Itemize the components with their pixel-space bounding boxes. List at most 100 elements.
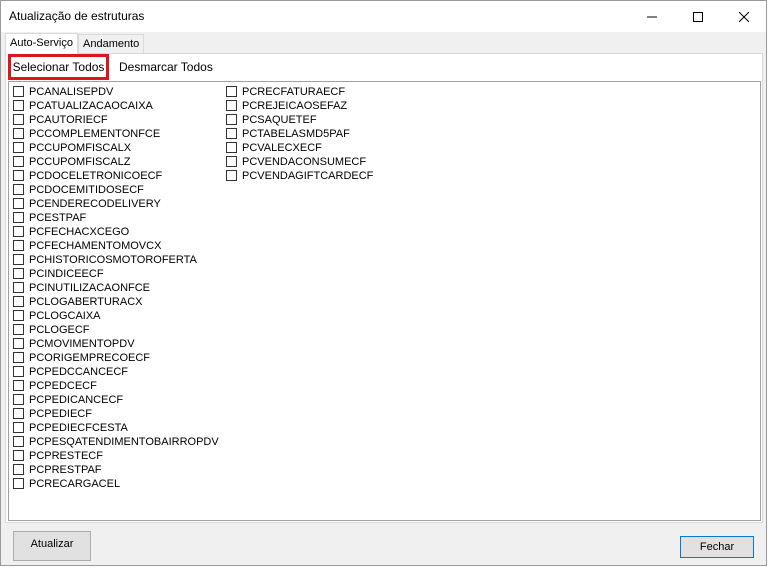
structure-item[interactable]: PCVENDACONSUMECF — [224, 155, 373, 169]
structure-item[interactable]: PCPEDICANCECF — [11, 393, 219, 407]
checkbox[interactable] — [13, 422, 24, 433]
checkbox[interactable] — [13, 86, 24, 97]
checkbox[interactable] — [13, 114, 24, 125]
checkbox[interactable] — [13, 240, 24, 251]
checkbox[interactable] — [226, 156, 237, 167]
checkbox[interactable] — [13, 184, 24, 195]
update-button[interactable]: Atualizar — [13, 531, 91, 561]
structure-item[interactable]: PCPEDCECF — [11, 379, 219, 393]
checkbox[interactable] — [13, 338, 24, 349]
window-title: Atualização de estruturas — [9, 9, 145, 23]
structure-item[interactable]: PCSAQUETEF — [224, 113, 373, 127]
structure-item[interactable]: PCINUTILIZACAONFCE — [11, 281, 219, 295]
structure-item[interactable]: PCPEDIECF — [11, 407, 219, 421]
structure-item[interactable]: PCANALISEPDV — [11, 85, 219, 99]
select-all-button[interactable]: Selecionar Todos — [8, 54, 109, 80]
checkbox[interactable] — [13, 170, 24, 181]
structure-item[interactable]: PCRECARGACEL — [11, 477, 219, 491]
structure-label: PCENDERECODELIVERY — [29, 198, 161, 210]
checkbox[interactable] — [226, 114, 237, 125]
structure-item[interactable]: PCDOCEMITIDOSECF — [11, 183, 219, 197]
structure-label: PCDOCELETRONICOECF — [29, 170, 163, 182]
structure-label: PCPEDIECF — [29, 408, 92, 420]
tab-auto-servico[interactable]: Auto-Serviço — [5, 33, 78, 54]
checkbox[interactable] — [13, 226, 24, 237]
structure-item[interactable]: PCMOVIMENTOPDV — [11, 337, 219, 351]
checkbox[interactable] — [13, 296, 24, 307]
tab-andamento[interactable]: Andamento — [78, 34, 145, 53]
structure-item[interactable]: PCORIGEMPRECOECF — [11, 351, 219, 365]
structure-item[interactable]: PCPRESTPAF — [11, 463, 219, 477]
checkbox[interactable] — [13, 282, 24, 293]
close-icon — [739, 11, 749, 22]
checkbox[interactable] — [226, 100, 237, 111]
checkbox[interactable] — [13, 366, 24, 377]
close-button[interactable]: Fechar — [680, 536, 754, 558]
structure-label: PCATUALIZACAOCAIXA — [29, 100, 153, 112]
close-window-button[interactable] — [721, 1, 767, 32]
structure-item[interactable]: PCLOGECF — [11, 323, 219, 337]
structure-label: PCSAQUETEF — [242, 114, 317, 126]
structure-item[interactable]: PCCUPOMFISCALZ — [11, 155, 219, 169]
structure-item[interactable]: PCFECHAMENTOMOVCX — [11, 239, 219, 253]
checkbox[interactable] — [13, 142, 24, 153]
checkbox[interactable] — [13, 450, 24, 461]
structure-label: PCLOGCAIXA — [29, 310, 101, 322]
structure-label: PCPEDIECFCESTA — [29, 422, 128, 434]
structure-label: PCPRESTPAF — [29, 464, 102, 476]
checkbox[interactable] — [226, 86, 237, 97]
structures-column-2: PCRECFATURAECF PCREJEICAOSEFAZ PCSAQUETEF P… — [224, 85, 373, 183]
structure-item[interactable]: PCLOGCAIXA — [11, 309, 219, 323]
structure-item[interactable]: PCPESQATENDIMENTOBAIRROPDV — [11, 435, 219, 449]
structure-item[interactable]: PCCUPOMFISCALX — [11, 141, 219, 155]
checkbox[interactable] — [13, 268, 24, 279]
checkbox[interactable] — [13, 380, 24, 391]
structure-label: PCRECARGACEL — [29, 478, 121, 490]
structure-item[interactable]: PCHISTORICOSMOTOROFERTA — [11, 253, 219, 267]
checkbox[interactable] — [13, 254, 24, 265]
structure-item[interactable]: PCATUALIZACAOCAIXA — [11, 99, 219, 113]
structures-column-1: PCANALISEPDV PCATUALIZACAOCAIXA PCAUTORIEC… — [11, 85, 219, 491]
structure-item[interactable]: PCINDICEECF — [11, 267, 219, 281]
structure-label: PCAUTORIECF — [29, 114, 108, 126]
checkbox[interactable] — [13, 310, 24, 321]
structure-item[interactable]: PCLOGABERTURACX — [11, 295, 219, 309]
structure-item[interactable]: PCESTPAF — [11, 211, 219, 225]
minimize-button[interactable] — [629, 1, 675, 32]
structure-label: PCINUTILIZACAONFCE — [29, 282, 151, 294]
structure-item[interactable]: PCVALECXECF — [224, 141, 373, 155]
structure-item[interactable]: PCPEDIECFCESTA — [11, 421, 219, 435]
structure-item[interactable]: PCENDERECODELIVERY — [11, 197, 219, 211]
checkbox[interactable] — [13, 436, 24, 447]
structure-item[interactable]: PCRECFATURAECF — [224, 85, 373, 99]
structure-item[interactable]: PCCOMPLEMENTONFCE — [11, 127, 219, 141]
checkbox[interactable] — [13, 100, 24, 111]
structure-item[interactable]: PCPRESTECF — [11, 449, 219, 463]
checkbox[interactable] — [226, 142, 237, 153]
checkbox[interactable] — [13, 324, 24, 335]
structure-item[interactable]: PCFECHACXCEGO — [11, 225, 219, 239]
structure-item[interactable]: PCAUTORIECF — [11, 113, 219, 127]
checkbox[interactable] — [226, 128, 237, 139]
checkbox[interactable] — [13, 478, 24, 489]
checkbox[interactable] — [13, 156, 24, 167]
structure-label: PCPEDCCANCECF — [29, 366, 129, 378]
maximize-icon — [693, 11, 703, 22]
structure-item[interactable]: PCTABELASMD5PAF — [224, 127, 373, 141]
tab-strip: Auto-Serviço Andamento — [5, 33, 765, 54]
checkbox[interactable] — [13, 198, 24, 209]
structure-item[interactable]: PCVENDAGIFTCARDECF — [224, 169, 373, 183]
maximize-button[interactable] — [675, 1, 721, 32]
structure-item[interactable]: PCPEDCCANCECF — [11, 365, 219, 379]
structure-item[interactable]: PCDOCELETRONICOECF — [11, 169, 219, 183]
structure-label: PCDOCEMITIDOSECF — [29, 184, 144, 196]
checkbox[interactable] — [13, 212, 24, 223]
checkbox[interactable] — [13, 352, 24, 363]
checkbox[interactable] — [13, 408, 24, 419]
checkbox[interactable] — [13, 394, 24, 405]
checkbox[interactable] — [13, 464, 24, 475]
checkbox[interactable] — [226, 170, 237, 181]
deselect-all-button[interactable]: Desmarcar Todos — [115, 54, 217, 80]
structure-item[interactable]: PCREJEICAOSEFAZ — [224, 99, 373, 113]
checkbox[interactable] — [13, 128, 24, 139]
